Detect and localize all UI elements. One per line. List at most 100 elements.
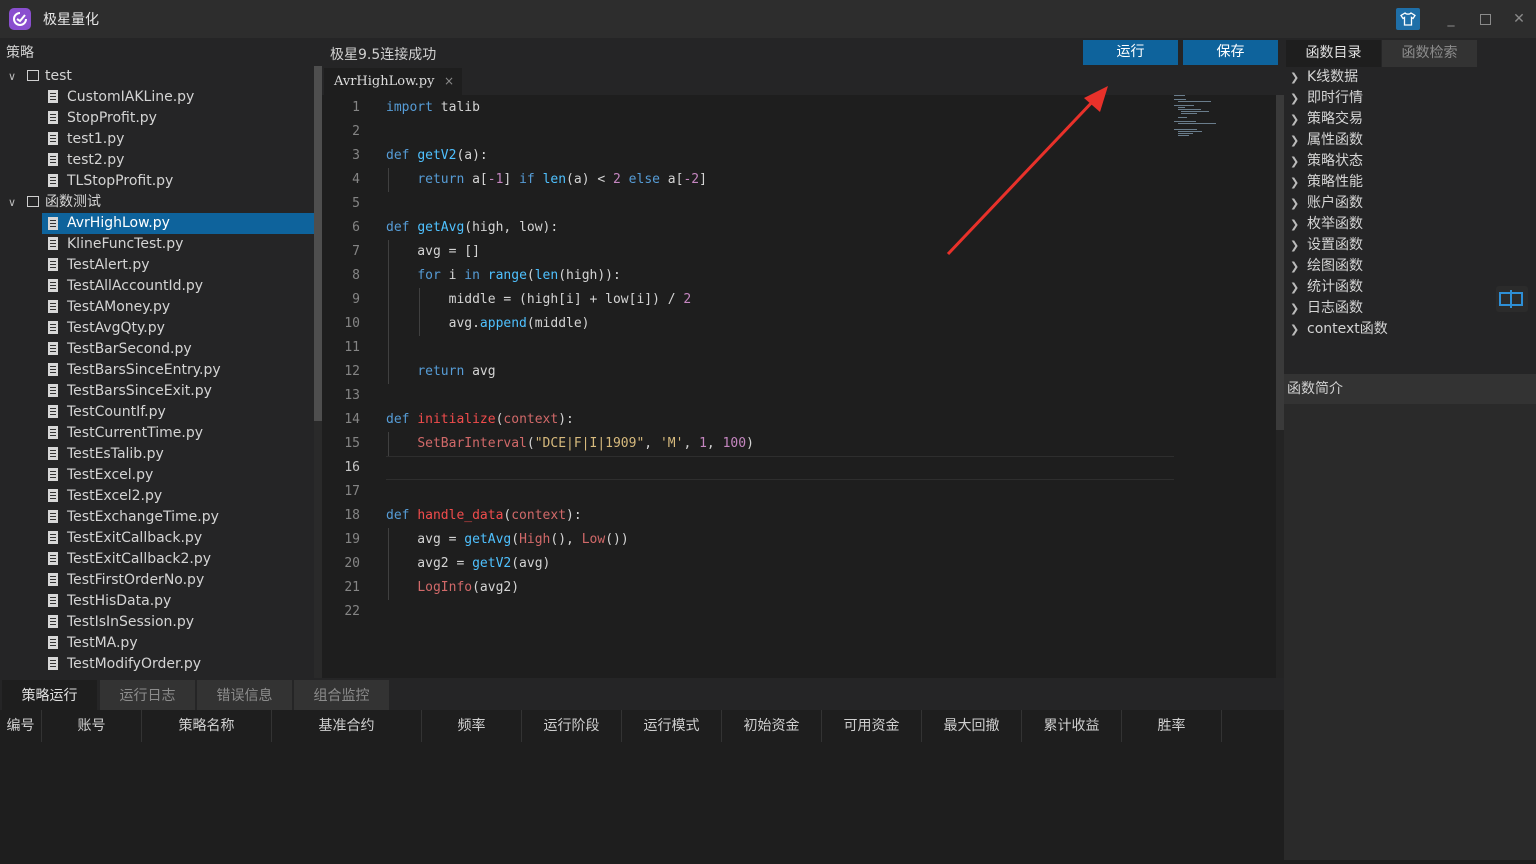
code-line[interactable]: 6 def getAvg(high, low):: [322, 216, 1172, 240]
split-view-icon[interactable]: [1496, 286, 1528, 312]
column-header[interactable]: 初始资金: [722, 710, 822, 742]
tree-file[interactable]: TestAllAccountId.py: [0, 276, 314, 297]
tab-run-log[interactable]: 运行日志: [100, 680, 195, 710]
tree-file[interactable]: TestAMoney.py: [0, 297, 314, 318]
tree-file[interactable]: test2.py: [0, 150, 314, 171]
tree-file[interactable]: TestBarsSinceExit.py: [0, 381, 314, 402]
code-line[interactable]: 12 return avg: [322, 360, 1172, 384]
code-line[interactable]: 5: [322, 192, 1172, 216]
code-line[interactable]: 11: [322, 336, 1172, 360]
tree-file[interactable]: TestExchangeTime.py: [0, 507, 314, 528]
tree-file[interactable]: TestBarsSinceEntry.py: [0, 360, 314, 381]
catalog-item[interactable]: ❯ 设置函数: [1284, 235, 1536, 256]
close-icon[interactable]: ✕: [1502, 0, 1536, 38]
code-line[interactable]: 16: [322, 456, 1172, 480]
tree-file[interactable]: TLStopProfit.py: [0, 171, 314, 192]
file-icon: [48, 552, 58, 565]
tree-file[interactable]: TestFirstOrderNo.py: [0, 570, 314, 591]
tshirt-icon[interactable]: [1396, 8, 1420, 30]
tree-file-selected[interactable]: AvrHighLow.py: [42, 213, 314, 234]
editor-scrollbar[interactable]: [1276, 95, 1284, 678]
maximize-icon[interactable]: [1468, 0, 1502, 38]
editor-scrollbar-thumb[interactable]: [1276, 95, 1284, 430]
code-line[interactable]: 9 middle = (high[i] + low[i]) / 2: [322, 288, 1172, 312]
tree-file-label: test1.py: [67, 131, 125, 147]
editor-file-tab[interactable]: AvrHighLow.py ×: [324, 68, 462, 95]
tree-file[interactable]: TestAvgQty.py: [0, 318, 314, 339]
catalog-item[interactable]: ❯ 绘图函数: [1284, 256, 1536, 277]
tree-file[interactable]: TestBarSecond.py: [0, 339, 314, 360]
code-line[interactable]: 17: [322, 480, 1172, 504]
save-button[interactable]: 保存: [1183, 40, 1278, 65]
column-header[interactable]: 策略名称: [142, 710, 272, 742]
tree-file[interactable]: TestExitCallback.py: [0, 528, 314, 549]
run-button[interactable]: 运行: [1083, 40, 1178, 65]
code-line[interactable]: 14 def initialize(context):: [322, 408, 1172, 432]
catalog-item[interactable]: ❯ 账户函数: [1284, 193, 1536, 214]
code-line[interactable]: 4 return a[-1] if len(a) < 2 else a[-2]: [322, 168, 1172, 192]
code-line[interactable]: 7 avg = []: [322, 240, 1172, 264]
tree-scrollbar-thumb[interactable]: [314, 66, 322, 421]
code-line[interactable]: 2: [322, 120, 1172, 144]
code-line[interactable]: 1 import talib: [322, 96, 1172, 120]
column-header[interactable]: 运行阶段: [522, 710, 622, 742]
tree-file[interactable]: TestMA.py: [0, 633, 314, 654]
column-header[interactable]: 运行模式: [622, 710, 722, 742]
tree-file[interactable]: TestCountIf.py: [0, 402, 314, 423]
catalog-item[interactable]: ❯ context函数: [1284, 319, 1536, 340]
tree-file[interactable]: TestAlert.py: [0, 255, 314, 276]
column-header[interactable]: 编号: [0, 710, 42, 742]
code-line[interactable]: 18 def handle_data(context):: [322, 504, 1172, 528]
tab-function-catalog[interactable]: 函数目录: [1286, 40, 1381, 67]
code-line[interactable]: 20 avg2 = getV2(avg): [322, 552, 1172, 576]
code-line[interactable]: 21 LogInfo(avg2): [322, 576, 1172, 600]
minimize-icon[interactable]: _: [1434, 0, 1468, 38]
tree-file[interactable]: KlineFuncTest.py: [0, 234, 314, 255]
tree-folder[interactable]: ∨ test: [0, 66, 314, 87]
tab-portfolio-monitor[interactable]: 组合监控: [294, 680, 389, 710]
column-header[interactable]: 最大回撤: [922, 710, 1022, 742]
code-line[interactable]: 8 for i in range(len(high)):: [322, 264, 1172, 288]
catalog-item[interactable]: ❯ 枚举函数: [1284, 214, 1536, 235]
tree-file[interactable]: TestExcel2.py: [0, 486, 314, 507]
code-line[interactable]: 22: [322, 600, 1172, 624]
column-header[interactable]: 频率: [422, 710, 522, 742]
catalog-item[interactable]: ❯ 即时行情: [1284, 88, 1536, 109]
tree-file[interactable]: test1.py: [0, 129, 314, 150]
chevron-down-icon[interactable]: ∨: [8, 66, 22, 87]
tab-error-info[interactable]: 错误信息: [197, 680, 292, 710]
close-tab-icon[interactable]: ×: [444, 68, 454, 95]
tree-file[interactable]: TestIsInSession.py: [0, 612, 314, 633]
catalog-item[interactable]: ❯ 属性函数: [1284, 130, 1536, 151]
tree-file[interactable]: TestEsTalib.py: [0, 444, 314, 465]
catalog-item[interactable]: ❯ K线数据: [1284, 67, 1536, 88]
chevron-down-icon[interactable]: ∨: [8, 192, 22, 213]
tab-strategy-run[interactable]: 策略运行: [2, 680, 97, 710]
catalog-item[interactable]: ❯ 策略状态: [1284, 151, 1536, 172]
column-header[interactable]: 累计收益: [1022, 710, 1122, 742]
column-header[interactable]: 账号: [42, 710, 142, 742]
code-line[interactable]: 10 avg.append(middle): [322, 312, 1172, 336]
tree-file[interactable]: TestHisData.py: [0, 591, 314, 612]
tree-scrollbar[interactable]: [314, 66, 322, 678]
file-icon: [48, 300, 58, 313]
tree-file[interactable]: TestCurrentTime.py: [0, 423, 314, 444]
tree-file[interactable]: CustomIAKLine.py: [0, 87, 314, 108]
tree-file[interactable]: TestExcel.py: [0, 465, 314, 486]
code-editor[interactable]: 1 import talib 2 3 def getV2(a): 4 return a[-…: [322, 95, 1284, 678]
code-line[interactable]: 19 avg = getAvg(High(), Low()): [322, 528, 1172, 552]
minimap[interactable]: [1174, 95, 1274, 155]
tree-file[interactable]: TestModifyOrder.py: [0, 654, 314, 675]
column-header[interactable]: 基准合约: [272, 710, 422, 742]
code-line[interactable]: 13: [322, 384, 1172, 408]
tree-file[interactable]: TestExitCallback2.py: [0, 549, 314, 570]
column-header[interactable]: 胜率: [1122, 710, 1222, 742]
code-line[interactable]: 3 def getV2(a):: [322, 144, 1172, 168]
tab-function-search[interactable]: 函数检索: [1382, 40, 1477, 67]
column-header[interactable]: 可用资金: [822, 710, 922, 742]
catalog-item[interactable]: ❯ 策略交易: [1284, 109, 1536, 130]
tree-file[interactable]: StopProfit.py: [0, 108, 314, 129]
catalog-item[interactable]: ❯ 策略性能: [1284, 172, 1536, 193]
tree-folder[interactable]: ∨ 函数测试: [0, 192, 314, 213]
code-line[interactable]: 15 SetBarInterval("DCE|F|I|1909", 'M', 1…: [322, 432, 1172, 456]
